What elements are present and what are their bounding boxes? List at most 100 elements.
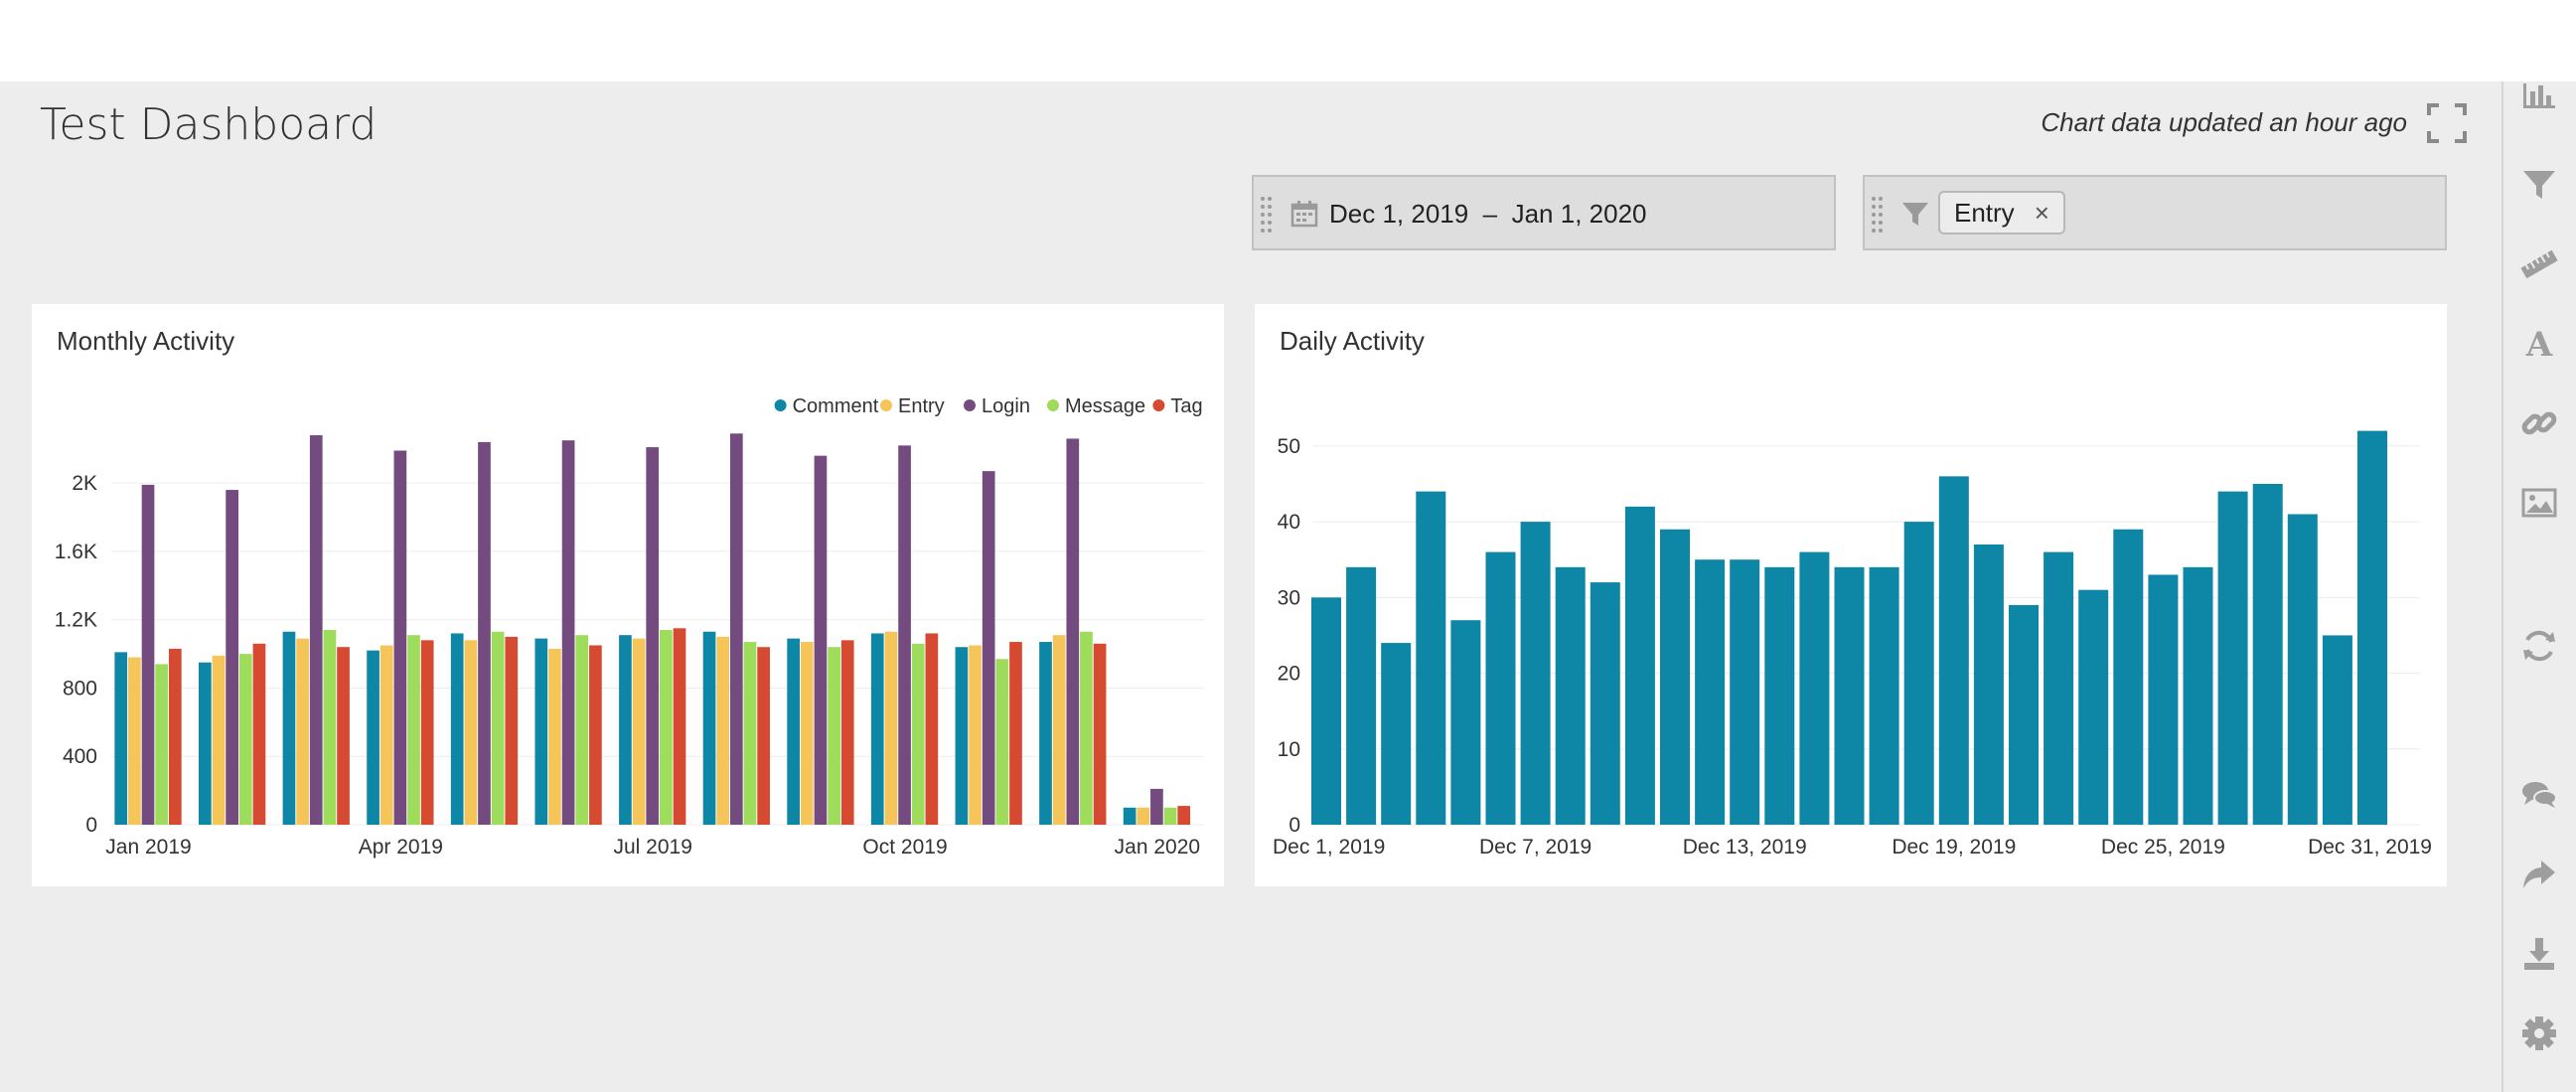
legend-label: Comment [793,395,879,417]
bar-entry [632,638,646,825]
filter-icon[interactable] [2519,165,2559,205]
x-tick-label: Jan 2020 [1115,836,1200,858]
daily-bar [1938,476,1969,825]
ruler-icon[interactable] [2519,244,2559,284]
bar-tag [420,640,434,825]
daily-bar [1311,597,1341,825]
date-range-value[interactable]: Dec 1, 2019 – Jan 1, 2020 [1329,199,1646,230]
y-tick-label: 0 [85,814,97,837]
bar-login [898,445,911,825]
bar-message [995,659,1009,825]
y-tick-label: 2K [72,472,97,495]
data-updated-text: Chart data updated an hour ago [2041,107,2407,137]
drag-handle-icon[interactable] [1871,195,1885,234]
daily-bar [1555,566,1586,825]
bar-login [814,455,828,825]
daily-bar [2217,491,2248,825]
bar-entry [716,636,730,825]
date-range-separator: – [1482,199,1498,229]
bar-entry [1052,635,1066,825]
bar-tag [337,647,350,825]
bar-comment [1123,807,1136,825]
bar-chart-icon[interactable] [2519,76,2559,115]
date-range-filter[interactable]: Dec 1, 2019 – Jan 1, 2020 [1252,175,1836,250]
bar-tag [252,643,266,825]
text-icon[interactable]: A [2519,324,2559,364]
y-tick-label: 1.2K [55,609,97,632]
bar-tag [589,645,602,825]
bar-comment [619,635,632,825]
share-icon[interactable] [2519,855,2559,894]
bar-tag [757,647,770,825]
bar-tag [925,633,939,825]
daily-bar [2252,483,2283,825]
x-tick-label: Dec 7, 2019 [1479,836,1591,858]
bar-comment [114,652,128,825]
link-icon[interactable] [2519,403,2559,443]
gear-icon[interactable] [2519,1014,2559,1053]
legend-label: Message [1065,395,1145,417]
daily-activity-chart: 0 10 20 30 40 50 Dec 1, 2019 Dec 7, 2019 Dec 13,… [1273,430,2432,858]
daily-bar [2287,514,2318,825]
daily-bar [1973,544,2004,825]
bar-message [323,630,337,825]
tag-filter[interactable]: Entry × [1863,175,2447,250]
bar-message [407,635,420,825]
x-tick-label: Dec 25, 2019 [2101,836,2225,858]
daily-bar [1730,559,1760,825]
bar-comment [955,647,969,825]
bar-comment [787,638,800,825]
daily-bar [2078,589,2109,825]
daily-bar [1799,551,1830,825]
daily-bar [2009,604,2039,825]
download-icon[interactable] [2519,934,2559,974]
bar-message [155,664,169,825]
legend-label: Entry [898,395,945,417]
bar-comment [534,638,548,825]
filter-chip-label: Entry [1954,197,2015,228]
bar-comment [1039,642,1052,825]
y-tick-label: 50 [1278,435,1300,458]
daily-bar [1764,566,1795,825]
daily-bar [1485,551,1516,825]
bar-login [226,490,238,825]
date-range-start: Dec 1, 2019 [1329,199,1469,229]
daily-activity-panel: Daily Activity 0 10 20 30 40 50 Dec 1, 2019 Dec… [1255,304,2447,886]
remove-chip-icon[interactable]: × [2035,198,2049,229]
bar-entry [548,648,561,825]
x-tick-label: Jan 2019 [105,836,191,858]
daily-bar [1346,566,1377,825]
bar-entry [379,645,393,825]
drag-handle-icon[interactable] [1260,195,1274,234]
page-title: Test Dashboard [40,99,378,150]
bar-entry [969,645,982,825]
bar-message [1080,631,1093,825]
x-tick-label: Jul 2019 [613,836,691,858]
bar-login [729,433,743,825]
daily-bar [1416,491,1446,825]
bar-entry [464,640,478,825]
image-icon[interactable] [2519,483,2559,523]
daily-bar [1450,620,1481,825]
fullscreen-icon[interactable] [2427,103,2467,143]
daily-bar [1520,522,1551,825]
daily-bar [2148,574,2179,825]
y-tick-label: 30 [1278,586,1300,609]
bar-login [309,435,323,825]
daily-bar [1695,559,1726,825]
legend-marker [774,399,787,411]
daily-bar [1834,566,1865,825]
comments-icon[interactable] [2519,775,2559,815]
bar-tag [1093,643,1107,825]
y-tick-label: 40 [1278,511,1300,534]
filter-chip-entry[interactable]: Entry × [1938,191,2065,234]
bar-login [982,471,995,825]
monthly-activity-chart: 0 400 800 1.2K 1.6K 2K Jan 2019 Apr 2019 Jul 201… [55,395,1204,858]
refresh-icon[interactable] [2519,626,2559,666]
bar-message [1163,807,1177,825]
legend-label: Login [982,395,1030,417]
y-tick-label: 1.6K [55,541,97,563]
daily-bar [1660,529,1690,825]
daily-bar [1624,506,1655,825]
bar-entry [128,657,141,825]
